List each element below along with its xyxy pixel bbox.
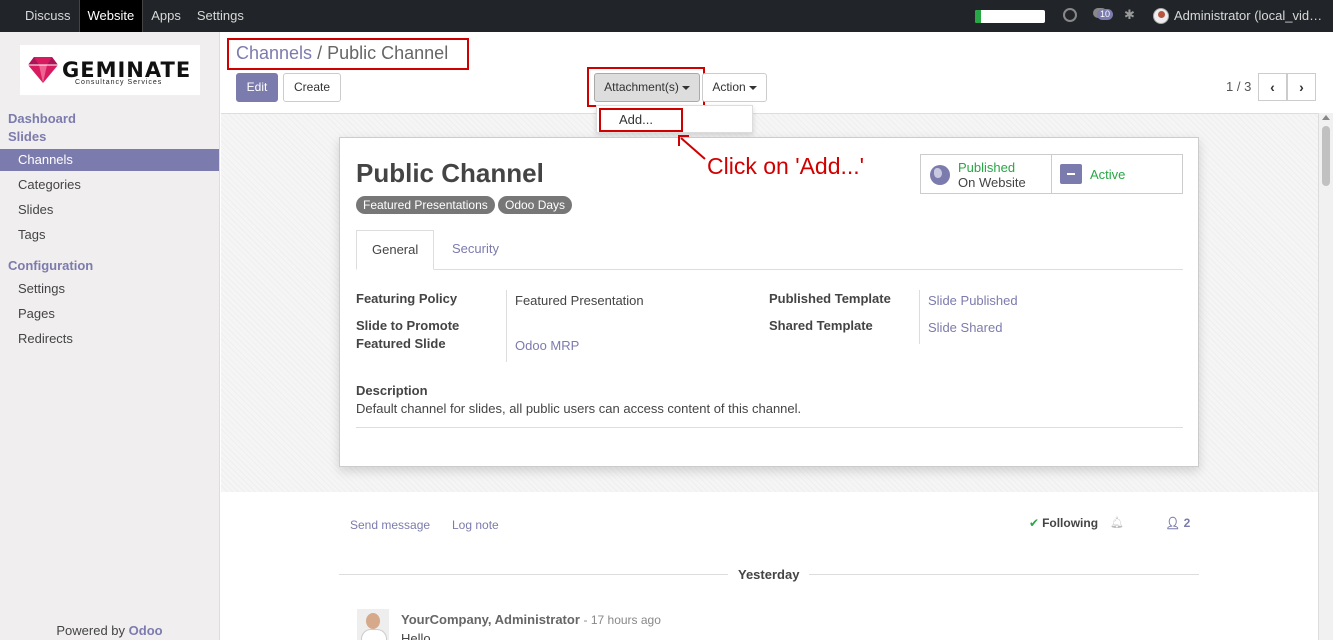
odoo-link[interactable]: Odoo (129, 623, 163, 638)
tag-odoo-days[interactable]: Odoo Days (498, 196, 573, 214)
breadcrumb-highlight-box (227, 38, 469, 70)
add-option-highlight-box (599, 108, 683, 132)
sidebar-item-redirects[interactable]: Redirects (0, 328, 219, 350)
user-icon: 👤︎ (1165, 516, 1181, 530)
sidebar: GEMINATE Consultancy Services Dashboard … (0, 32, 220, 640)
notebook-tabs: General Security (356, 230, 1183, 270)
published-button[interactable]: Published On Website (958, 160, 1026, 190)
powered-by: Powered by Odoo (0, 623, 219, 638)
sidebar-section-dashboard[interactable]: Dashboard (8, 111, 76, 126)
app-menu: Discuss Website Apps Settings (17, 0, 252, 32)
smart-button-divider (1051, 155, 1052, 193)
create-button[interactable]: Create (283, 73, 341, 102)
tab-security[interactable]: Security (437, 230, 514, 270)
published-template-label: Published Template (769, 291, 891, 306)
edit-button[interactable]: Edit (236, 73, 278, 102)
sidebar-item-tags[interactable]: Tags (0, 224, 219, 246)
published-subtext: On Website (958, 175, 1026, 190)
action-dropdown-button[interactable]: Action (702, 73, 767, 102)
field-divider (919, 290, 920, 344)
sidebar-section-configuration[interactable]: Configuration (8, 258, 93, 273)
sidebar-section-slides[interactable]: Slides (8, 129, 46, 144)
chevron-down-icon (748, 85, 757, 90)
archive-box-icon (1060, 164, 1082, 184)
message-timestamp: - 17 hours ago (583, 613, 661, 627)
message-author-avatar[interactable] (357, 609, 389, 640)
progress-fill (975, 10, 981, 23)
menu-settings[interactable]: Settings (189, 0, 252, 32)
scrollbar[interactable] (1318, 113, 1333, 640)
description-underline (356, 427, 1183, 428)
featuring-policy-label: Featuring Policy (356, 291, 458, 306)
published-template-field[interactable]: Slide Published (928, 293, 1018, 308)
tag-featured-presentations[interactable]: Featured Presentations (356, 196, 495, 214)
top-navbar: Discuss Website Apps Settings 10 ✱ Admin… (0, 0, 1333, 32)
menu-apps[interactable]: Apps (143, 0, 189, 32)
sidebar-item-channels[interactable]: Channels (0, 149, 219, 171)
day-separator-label: Yesterday (728, 567, 810, 582)
sidebar-item-slides[interactable]: Slides (0, 199, 219, 221)
action-label: Action (712, 80, 746, 94)
menu-website[interactable]: Website (78, 0, 144, 32)
form-sheet: Public Channel Featured Presentations Od… (339, 137, 1199, 467)
pager-previous-button[interactable]: ‹ (1258, 73, 1287, 101)
pager-value: 1 / 3 (1226, 79, 1252, 94)
field-divider (506, 290, 507, 362)
send-message-button[interactable]: Send message (350, 518, 430, 532)
bell-icon[interactable]: 🔔︎ (1110, 516, 1124, 529)
shared-template-label: Shared Template (769, 318, 873, 333)
following-label: Following (1042, 516, 1099, 530)
featuring-policy-field[interactable]: Featured Presentation (515, 293, 644, 308)
featured-slide-field[interactable]: Odoo MRP (515, 338, 579, 353)
message-author-name[interactable]: YourCompany, Administrator (401, 612, 580, 627)
sidebar-item-pages[interactable]: Pages (0, 303, 219, 325)
company-logo: GEMINATE Consultancy Services (20, 45, 200, 95)
slide-to-promote-label: Slide to Promote (356, 318, 460, 333)
sidebar-item-settings[interactable]: Settings (0, 278, 219, 300)
messages-menu[interactable]: 10 (1093, 8, 1114, 20)
featured-slide-label: Featured Slide (356, 336, 446, 351)
onboarding-progress-bar[interactable] (975, 10, 1045, 23)
annotation-instruction: Click on 'Add...' (707, 153, 865, 179)
log-note-button[interactable]: Log note (452, 518, 499, 532)
user-avatar[interactable] (1153, 8, 1169, 24)
message-count-badge: 10 (1097, 9, 1114, 20)
attachments-highlight-box (587, 67, 705, 107)
followers-count: 2 (1183, 516, 1191, 530)
activity-clock-icon[interactable] (1063, 8, 1077, 22)
user-menu[interactable]: Administrator (local_vid… (1174, 0, 1329, 31)
scrollbar-thumb[interactable] (1322, 126, 1330, 186)
following-button[interactable]: ✔ Following (1029, 516, 1098, 530)
message-body: Hello (401, 631, 431, 640)
powered-by-text: Powered by (56, 623, 126, 638)
description-label: Description (356, 383, 428, 398)
pager-next-button[interactable]: › (1287, 73, 1316, 101)
sidebar-item-categories[interactable]: Categories (0, 174, 219, 196)
check-icon: ✔ (1029, 516, 1040, 530)
smart-buttons: Published On Website Active (920, 154, 1183, 194)
active-toggle-button[interactable]: Active (1090, 167, 1125, 182)
record-title: Public Channel (356, 158, 544, 188)
diamond-logo-icon (28, 57, 58, 83)
followers-button[interactable]: 👤︎ 2 (1165, 516, 1190, 530)
menu-discuss[interactable]: Discuss (17, 0, 79, 32)
globe-icon (930, 165, 950, 185)
description-field[interactable]: Default channel for slides, all public u… (356, 401, 801, 416)
debug-bug-icon[interactable]: ✱ (1124, 8, 1135, 22)
scroll-up-arrow-icon[interactable] (1322, 115, 1330, 120)
message-author: YourCompany, Administrator - 17 hours ag… (401, 612, 661, 627)
shared-template-field[interactable]: Slide Shared (928, 320, 1002, 335)
published-status: Published (958, 160, 1016, 175)
logo-tagline: Consultancy Services (75, 79, 163, 86)
tab-general[interactable]: General (356, 230, 435, 270)
